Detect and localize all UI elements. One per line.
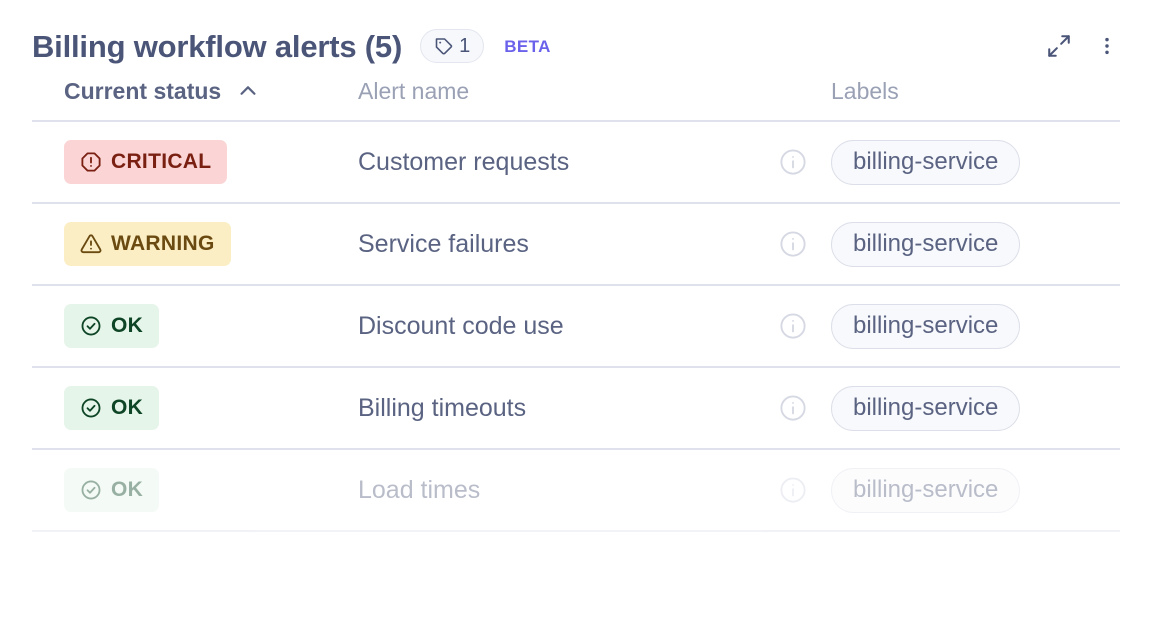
- triangle-alert-icon: [80, 233, 102, 255]
- tag-icon: [434, 36, 454, 56]
- panel-header: Billing workflow alerts (5) 1 BETA: [0, 0, 1152, 62]
- column-header-label: Alert name: [358, 78, 469, 105]
- check-circle-icon: [80, 397, 102, 419]
- info-circle-icon[interactable]: [778, 475, 808, 505]
- alert-name-cell: Billing timeouts: [358, 393, 820, 423]
- column-header-label: Labels: [831, 78, 1120, 105]
- info-circle-icon[interactable]: [778, 229, 808, 259]
- tag-count-chip[interactable]: 1: [420, 29, 484, 63]
- status-cell: CRITICAL: [32, 140, 358, 184]
- labels-cell: billing-service: [820, 304, 1120, 349]
- table-header-row: Current status Alert name Labels: [32, 62, 1120, 122]
- column-header-current-status[interactable]: Current status: [32, 78, 358, 105]
- labels-cell: billing-service: [820, 468, 1120, 513]
- table-row[interactable]: OK Load times billing-service: [32, 450, 1120, 532]
- table-row[interactable]: CRITICAL Customer requests billing-service: [32, 122, 1120, 204]
- status-badge-label: OK: [111, 478, 143, 502]
- alert-name-cell: Load times: [358, 475, 820, 505]
- table-row[interactable]: OK Discount code use billing-service: [32, 286, 1120, 368]
- status-cell: OK: [32, 304, 358, 348]
- label-pill[interactable]: billing-service: [831, 304, 1020, 349]
- alerts-panel: Billing workflow alerts (5) 1 BETA: [0, 0, 1152, 626]
- alert-name-cell: Customer requests: [358, 147, 820, 177]
- status-badge: CRITICAL: [64, 140, 227, 184]
- status-badge: OK: [64, 304, 159, 348]
- expand-arrows-icon[interactable]: [1042, 29, 1076, 63]
- beta-badge: BETA: [504, 38, 551, 55]
- status-cell: WARNING: [32, 222, 358, 266]
- tag-count-value: 1: [459, 36, 470, 56]
- page-title: Billing workflow alerts (5): [32, 31, 402, 62]
- alert-name-text: Customer requests: [358, 148, 569, 177]
- table-body: CRITICAL Customer requests billing-service…: [32, 122, 1120, 532]
- labels-cell: billing-service: [820, 386, 1120, 431]
- alert-name-cell: Discount code use: [358, 311, 820, 341]
- status-badge: OK: [64, 468, 159, 512]
- chevron-up-icon[interactable]: [237, 80, 259, 102]
- label-pill[interactable]: billing-service: [831, 386, 1020, 431]
- info-circle-icon[interactable]: [778, 147, 808, 177]
- alert-name-text: Billing timeouts: [358, 394, 526, 423]
- status-badge: WARNING: [64, 222, 231, 266]
- status-badge-label: OK: [111, 314, 143, 338]
- alert-name-cell: Service failures: [358, 229, 820, 259]
- info-circle-icon[interactable]: [778, 393, 808, 423]
- label-pill[interactable]: billing-service: [831, 140, 1020, 185]
- labels-cell: billing-service: [820, 140, 1120, 185]
- more-vertical-icon[interactable]: [1090, 29, 1124, 63]
- status-badge: OK: [64, 386, 159, 430]
- column-header-labels[interactable]: Labels: [820, 78, 1120, 105]
- octagon-alert-icon: [80, 151, 102, 173]
- status-cell: OK: [32, 468, 358, 512]
- check-circle-icon: [80, 315, 102, 337]
- alerts-table: Current status Alert name Labels CRITICA…: [0, 62, 1152, 532]
- column-header-label: Current status: [64, 78, 221, 105]
- table-row[interactable]: OK Billing timeouts billing-service: [32, 368, 1120, 450]
- header-actions: [1042, 29, 1124, 63]
- alert-name-text: Discount code use: [358, 312, 564, 341]
- status-badge-label: OK: [111, 396, 143, 420]
- label-pill[interactable]: billing-service: [831, 468, 1020, 513]
- alert-name-text: Load times: [358, 476, 480, 505]
- labels-cell: billing-service: [820, 222, 1120, 267]
- alert-name-text: Service failures: [358, 230, 529, 259]
- label-pill[interactable]: billing-service: [831, 222, 1020, 267]
- column-header-alert-name[interactable]: Alert name: [358, 78, 820, 105]
- check-circle-icon: [80, 479, 102, 501]
- status-badge-label: WARNING: [111, 232, 215, 256]
- info-circle-icon[interactable]: [778, 311, 808, 341]
- status-cell: OK: [32, 386, 358, 430]
- table-row[interactable]: WARNING Service failures billing-service: [32, 204, 1120, 286]
- status-badge-label: CRITICAL: [111, 150, 211, 174]
